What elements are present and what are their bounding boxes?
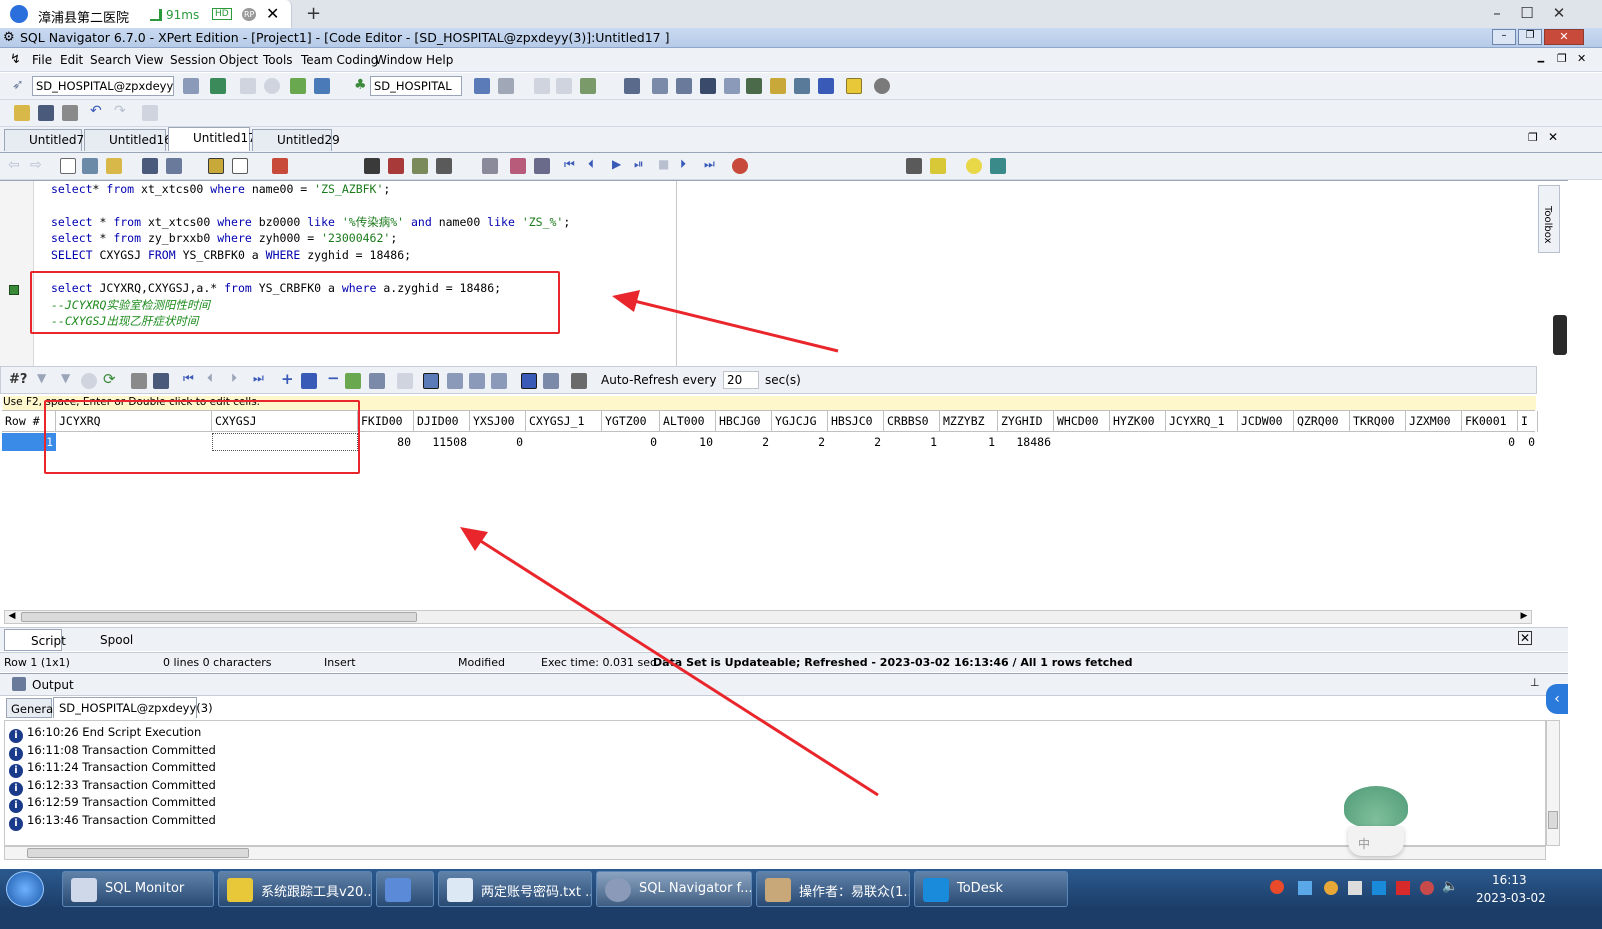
arrow-line-bottom <box>475 536 879 797</box>
taskbar-label: SQL Monitor <box>105 881 185 896</box>
tray-todesk-icon[interactable] <box>1372 881 1386 895</box>
sql-trace-icon <box>227 878 253 902</box>
clock-time[interactable]: 16:13 <box>1492 873 1527 887</box>
taskbar-label: 系统跟踪工具v20... <box>261 885 372 900</box>
taskbar-label: 操作者：易联众(1... <box>799 885 910 900</box>
annotation-arrows <box>460 290 879 797</box>
windows-taskbar: SQL Monitor 系统跟踪工具v20... 两定账号密码.txt ... … <box>0 869 1602 909</box>
taskbar-label: ToDesk <box>957 881 1003 896</box>
taskbar-app[interactable] <box>376 871 434 907</box>
operator-icon <box>765 878 791 902</box>
taskbar-label: SQL Navigator f... <box>639 881 752 896</box>
arrow-head-bottom <box>460 527 488 551</box>
arrow-line-top <box>629 298 839 353</box>
taskbar-todesk[interactable]: ToDesk <box>914 871 1068 907</box>
taskbar-operator[interactable]: 操作者：易联众(1... <box>756 871 910 907</box>
taskbar-sql-navigator[interactable]: SQL Navigator f... <box>596 871 752 907</box>
volume-icon[interactable]: 🔈 <box>1442 879 1458 894</box>
tray-flag-icon[interactable] <box>1348 881 1362 895</box>
notepad-icon <box>447 878 473 902</box>
sql-navigator-icon <box>605 878 631 902</box>
sql-monitor-icon <box>71 878 97 902</box>
tray-sogou-icon[interactable] <box>1270 880 1284 894</box>
todesk-icon <box>923 878 949 902</box>
arrow-head-top <box>612 290 640 312</box>
tray-browser-icon[interactable] <box>1324 881 1338 895</box>
taskbar-sql-monitor[interactable]: SQL Monitor <box>62 871 214 907</box>
tray-security-icon[interactable] <box>1420 881 1434 895</box>
clock-date[interactable]: 2023-03-02 <box>1476 891 1546 905</box>
screen-bottom-strip <box>0 909 1602 929</box>
taskbar-trace-tool[interactable]: 系统跟踪工具v20... <box>218 871 372 907</box>
taskbar-label: 两定账号密码.txt ... <box>481 885 592 900</box>
tray-media-icon[interactable] <box>1396 881 1410 895</box>
start-button[interactable] <box>6 871 44 907</box>
taskbar-notepad[interactable]: 两定账号密码.txt ... <box>438 871 592 907</box>
tray-network-app-icon[interactable] <box>1298 881 1312 895</box>
computer-icon <box>385 878 411 902</box>
